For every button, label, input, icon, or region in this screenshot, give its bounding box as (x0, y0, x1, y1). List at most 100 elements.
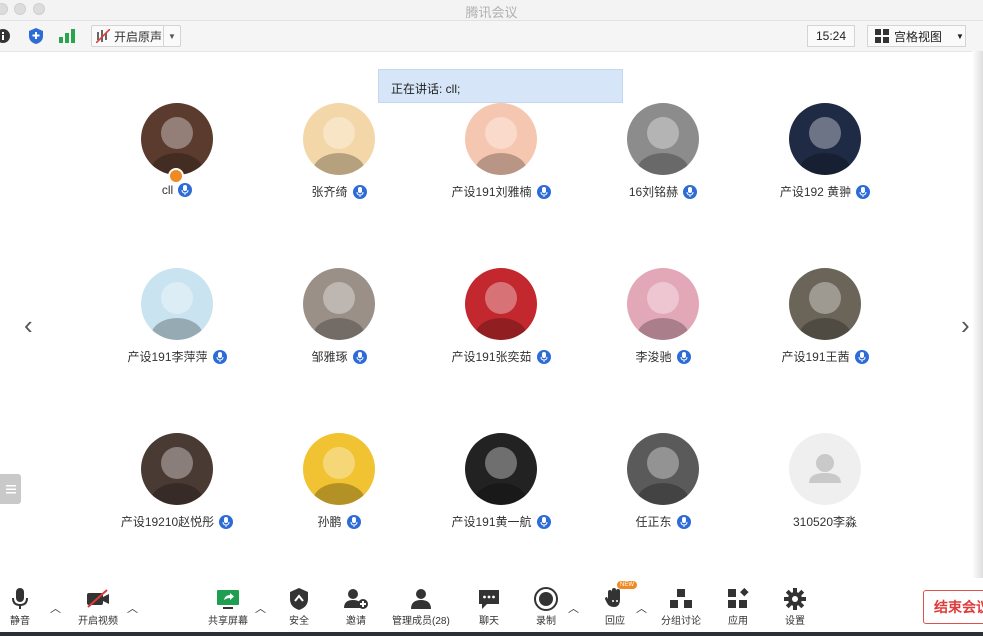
avatar[interactable] (141, 433, 213, 505)
participant-tile[interactable]: 邹雅琢 (259, 268, 419, 388)
participant-name: 张齐绮 (311, 185, 348, 199)
participant-tile[interactable]: 产设191黄一航 (421, 433, 581, 553)
mic-icon (212, 349, 227, 364)
share-options-chevron-icon[interactable]: ︿ (255, 600, 266, 616)
participant-tile[interactable]: 张齐绮 (259, 103, 419, 223)
raise-hand-icon: NEW (603, 581, 637, 612)
reaction-options-chevron-icon[interactable]: ︿ (636, 600, 647, 616)
original-sound-icon (96, 29, 110, 43)
end-meeting-button[interactable]: 结束会议 (923, 590, 983, 624)
avatar[interactable] (789, 103, 861, 175)
signal-strength-icon[interactable] (58, 27, 76, 45)
avatar[interactable] (465, 268, 537, 340)
avatar[interactable] (627, 268, 699, 340)
chat-icon (478, 586, 500, 612)
video-options-chevron-icon[interactable]: ︿ (127, 600, 138, 616)
mic-icon (854, 349, 869, 364)
original-sound-button[interactable]: 开启原声 ▼ (91, 25, 181, 47)
bottom-toolbar: 静音 ︿ 开启视频 ︿ 共享屏幕 ︿ 安全 邀请 管理成员(28) 聊天 录制 … (0, 578, 983, 636)
participant-tile[interactable]: 孙鹏 (259, 433, 419, 553)
avatar[interactable] (303, 268, 375, 340)
shield-icon[interactable] (27, 27, 45, 45)
avatar[interactable] (465, 433, 537, 505)
reaction-button[interactable]: NEW 回应 (603, 581, 637, 627)
participant-name: 产设191李萍萍 (127, 350, 208, 364)
window-edge (972, 51, 983, 578)
start-video-label: 开启视频 (78, 616, 118, 627)
mute-button[interactable]: 静音 (10, 586, 30, 627)
view-mode-label: 宫格视图 (894, 29, 943, 44)
security-button[interactable]: 安全 (289, 586, 309, 627)
participant-tile[interactable]: 产设192 黄翀 (745, 103, 905, 223)
avatar[interactable] (141, 103, 213, 175)
mic-icon (676, 514, 691, 529)
side-panel-toggle[interactable] (0, 474, 21, 504)
grid-view-icon (875, 29, 889, 43)
view-mode-dropdown[interactable]: 宫格视图 ▼ (867, 25, 966, 47)
info-icon[interactable] (0, 27, 12, 45)
participant-name: 产设192 黄翀 (779, 185, 852, 199)
audio-options-chevron-icon[interactable]: ︿ (50, 600, 61, 616)
avatar[interactable] (303, 103, 375, 175)
share-screen-button[interactable]: 共享屏幕 (208, 586, 248, 627)
mic-icon (346, 514, 361, 529)
participant-name-row: 310520李淼 (745, 513, 905, 530)
settings-button[interactable]: 设置 (783, 586, 807, 627)
participant-name: 任正东 (635, 515, 672, 529)
avatar[interactable] (465, 103, 537, 175)
chevron-down-icon[interactable]: ▼ (163, 26, 180, 46)
breakout-label: 分组讨论 (661, 616, 701, 627)
breakout-rooms-button[interactable]: 分组讨论 (661, 586, 701, 627)
participant-name-row: cll (97, 183, 257, 197)
mic-icon (352, 349, 367, 364)
apps-button[interactable]: 应用 (727, 586, 749, 627)
prev-page-arrow-icon[interactable]: ‹ (24, 310, 33, 341)
avatar[interactable] (789, 433, 861, 505)
record-button[interactable]: 录制 (534, 586, 558, 627)
participant-name: 产设19210赵悦彤 (120, 515, 215, 529)
avatar[interactable] (627, 433, 699, 505)
avatar[interactable] (627, 103, 699, 175)
new-badge: NEW (617, 581, 637, 589)
record-icon (534, 586, 558, 612)
camera-off-icon (85, 586, 111, 612)
participant-tile[interactable]: 产设191刘雅楠 (421, 103, 581, 223)
participant-tile[interactable]: 16刘铭赫 (583, 103, 743, 223)
manage-members-button[interactable]: 管理成员(28) (392, 586, 450, 627)
participant-tile[interactable]: cll (97, 103, 257, 223)
invite-button[interactable]: 邀请 (344, 586, 368, 627)
participant-tile[interactable]: 产设191李萍萍 (97, 268, 257, 388)
next-page-arrow-icon[interactable]: › (961, 310, 970, 341)
participant-name-row: 产设19210赵悦彤 (97, 513, 257, 530)
settings-label: 设置 (785, 616, 805, 627)
host-badge-icon (168, 168, 184, 184)
participant-name-row: 产设191李萍萍 (97, 348, 257, 365)
participant-tile[interactable]: 产设191张奕茹 (421, 268, 581, 388)
microphone-icon (10, 586, 30, 612)
avatar[interactable] (789, 268, 861, 340)
avatar[interactable] (141, 268, 213, 340)
chat-button[interactable]: 聊天 (478, 586, 500, 627)
mic-icon (536, 184, 551, 199)
share-screen-label: 共享屏幕 (208, 616, 248, 627)
record-options-chevron-icon[interactable]: ︿ (568, 600, 579, 616)
participant-name: 邹雅琢 (311, 350, 348, 364)
avatar[interactable] (303, 433, 375, 505)
reaction-label: 回应 (605, 616, 625, 627)
apps-label: 应用 (728, 616, 748, 627)
original-sound-label: 开启原声 (114, 29, 163, 44)
participant-name: 孙鹏 (317, 515, 342, 529)
participant-tile[interactable]: 任正东 (583, 433, 743, 553)
gear-icon (783, 586, 807, 612)
start-video-button[interactable]: 开启视频 (78, 586, 118, 627)
top-toolbar: 开启原声 ▼ 15:24 宫格视图 ▼ (0, 21, 983, 52)
participant-name-row: 产设191张奕茹 (421, 348, 581, 365)
participant-tile[interactable]: 310520李淼 (745, 433, 905, 553)
participant-tile[interactable]: 李浚驰 (583, 268, 743, 388)
participant-name: 16刘铭赫 (628, 185, 679, 199)
participant-tile[interactable]: 产设191王茜 (745, 268, 905, 388)
participant-name: 李浚驰 (635, 350, 672, 364)
participant-tile[interactable]: 产设19210赵悦彤 (97, 433, 257, 553)
mic-icon (352, 184, 367, 199)
record-label: 录制 (536, 616, 556, 627)
